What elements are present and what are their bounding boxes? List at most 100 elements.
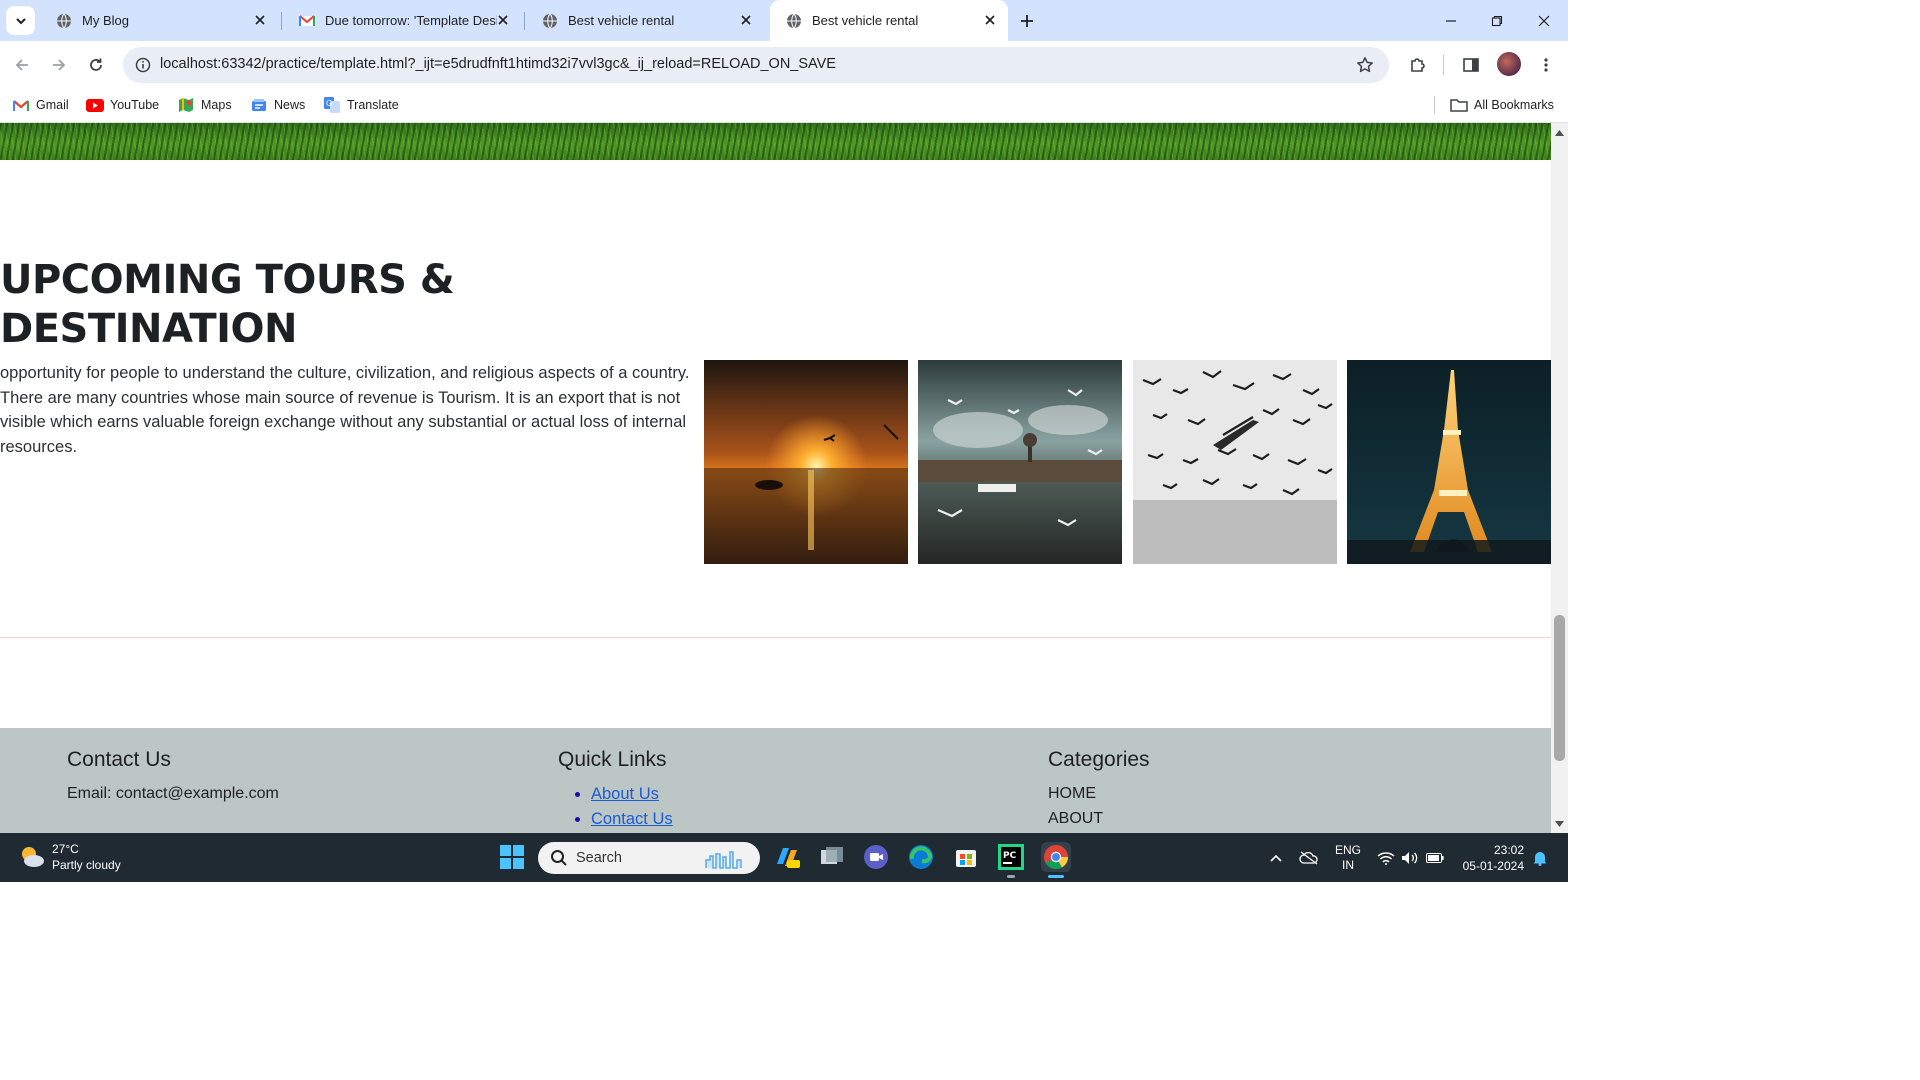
tab-title: Best vehicle rental — [568, 13, 675, 28]
tab-vehicle-rental-active[interactable]: Best vehicle rental — [770, 0, 1008, 41]
reload-button[interactable] — [82, 51, 110, 79]
harbor-seagulls-photo — [918, 360, 1122, 564]
toolbar-divider — [1443, 55, 1444, 75]
volume-tray[interactable] — [1400, 833, 1420, 882]
profile-avatar[interactable] — [1497, 52, 1521, 76]
wifi-tray[interactable] — [1376, 833, 1396, 882]
store-icon — [956, 850, 976, 867]
close-icon — [1538, 15, 1550, 26]
address-bar[interactable]: localhost:63342/practice/template.html?_… — [123, 47, 1389, 83]
menu-button[interactable] — [1532, 51, 1560, 79]
new-tab-button[interactable] — [1015, 9, 1039, 33]
task-view-icon — [821, 847, 843, 864]
notifications-button[interactable] — [1530, 833, 1550, 882]
weather-temp: 27°C — [52, 842, 79, 856]
category-about[interactable]: ABOUT — [1048, 807, 1150, 832]
onedrive-tray[interactable] — [1298, 833, 1320, 882]
globe-icon — [57, 13, 71, 28]
maps-icon — [177, 97, 195, 113]
start-button[interactable] — [497, 842, 527, 872]
bookmark-translate[interactable]: G Translate — [323, 94, 399, 116]
close-tab-icon[interactable] — [738, 12, 754, 28]
weather-description: Partly cloudy — [52, 858, 121, 872]
all-bookmarks-label: All Bookmarks — [1474, 98, 1554, 112]
bookmark-star-icon[interactable] — [1353, 53, 1377, 77]
section-divider — [0, 637, 1551, 638]
copilot-app[interactable] — [772, 842, 802, 872]
bell-icon — [1533, 851, 1547, 866]
bookmark-gmail[interactable]: Gmail — [12, 94, 69, 116]
url-text[interactable]: localhost:63342/practice/template.html?_… — [160, 56, 836, 72]
site-info-icon[interactable] — [131, 53, 155, 77]
scroll-up-icon[interactable] — [1555, 128, 1564, 137]
footer-contact: Contact Us Email: contact@example.com — [67, 748, 279, 807]
teams-app[interactable] — [861, 842, 891, 872]
bookmark-maps[interactable]: Maps — [177, 94, 232, 116]
sunset-seagull-photo — [704, 360, 908, 564]
tab-separator — [524, 12, 525, 30]
copilot-icon — [777, 848, 800, 868]
extensions-button[interactable] — [1404, 51, 1432, 79]
tab-separator — [281, 12, 282, 30]
language-indicator[interactable]: ENG IN — [1333, 833, 1363, 882]
task-view-app[interactable] — [817, 842, 847, 872]
page-scrollbar[interactable] — [1551, 123, 1568, 833]
about-us-link[interactable]: About Us — [591, 785, 659, 803]
tab-vehicle-rental[interactable]: Best vehicle rental — [526, 0, 764, 41]
language-bottom: IN — [1342, 857, 1354, 872]
cloud-off-icon — [1299, 850, 1318, 865]
bookmarks-bar: Gmail YouTube Maps News G Translate All … — [0, 88, 1568, 123]
footer-categories: Categories HOME ABOUT — [1048, 748, 1150, 831]
bookmark-news[interactable]: News — [250, 94, 305, 116]
taskbar-search[interactable]: Search — [538, 842, 760, 874]
side-panel-button[interactable] — [1457, 51, 1485, 79]
system-clock[interactable]: 23:02 05-01-2024 — [1452, 842, 1524, 874]
list-item: Contact Us — [591, 807, 673, 832]
tab-gmail[interactable]: Due tomorrow: 'Template Desig — [283, 0, 521, 41]
close-tab-icon[interactable] — [495, 12, 511, 28]
minimize-button[interactable] — [1428, 0, 1474, 41]
chevron-down-icon — [15, 17, 26, 24]
folder-icon — [1450, 97, 1468, 113]
edge-app[interactable] — [906, 842, 936, 872]
show-hidden-icons[interactable] — [1266, 833, 1286, 882]
scroll-down-icon[interactable] — [1555, 819, 1564, 828]
bookmark-label: YouTube — [110, 98, 160, 112]
contact-heading: Contact Us — [67, 748, 171, 771]
tab-title: My Blog — [82, 13, 129, 28]
weather-widget[interactable]: 27°C Partly cloudy — [18, 841, 121, 873]
close-window-button[interactable] — [1521, 0, 1567, 41]
active-indicator — [1048, 875, 1064, 878]
restore-icon — [1491, 15, 1503, 26]
pycharm-app[interactable]: PC — [996, 842, 1026, 878]
arrow-left-icon — [15, 59, 28, 71]
close-tab-icon[interactable] — [252, 12, 268, 28]
scrollbar-thumb[interactable] — [1554, 615, 1565, 761]
svg-text:G: G — [326, 99, 332, 108]
windows-taskbar: 27°C Partly cloudy Search PC ENG IN 23:0… — [0, 833, 1568, 882]
minimize-icon — [1446, 19, 1456, 22]
close-tab-icon[interactable] — [982, 12, 998, 28]
tours-heading-line1: UPCOMING TOURS & — [0, 257, 455, 303]
chrome-app[interactable] — [1041, 842, 1071, 878]
battery-tray[interactable] — [1425, 833, 1445, 882]
bookmark-label: Translate — [347, 98, 399, 112]
tab-title: Best vehicle rental — [812, 13, 919, 28]
restore-button[interactable] — [1474, 0, 1520, 41]
forward-button[interactable] — [45, 51, 73, 79]
categories-heading: Categories — [1048, 748, 1150, 771]
battery-icon — [1426, 852, 1444, 863]
pycharm-icon: PC — [998, 844, 1024, 870]
contact-us-link[interactable]: Contact Us — [591, 810, 673, 828]
windows-logo-icon — [500, 845, 524, 869]
store-app[interactable] — [951, 842, 981, 872]
all-bookmarks-button[interactable]: All Bookmarks — [1450, 94, 1554, 116]
volume-icon — [1402, 851, 1418, 864]
tab-my-blog[interactable]: My Blog — [40, 0, 278, 41]
chrome-icon — [1044, 845, 1068, 870]
category-home[interactable]: HOME — [1048, 782, 1150, 807]
tab-search-button[interactable] — [6, 6, 35, 35]
globe-icon — [543, 13, 557, 28]
bookmark-youtube[interactable]: YouTube — [86, 94, 159, 116]
back-button[interactable] — [8, 51, 36, 79]
